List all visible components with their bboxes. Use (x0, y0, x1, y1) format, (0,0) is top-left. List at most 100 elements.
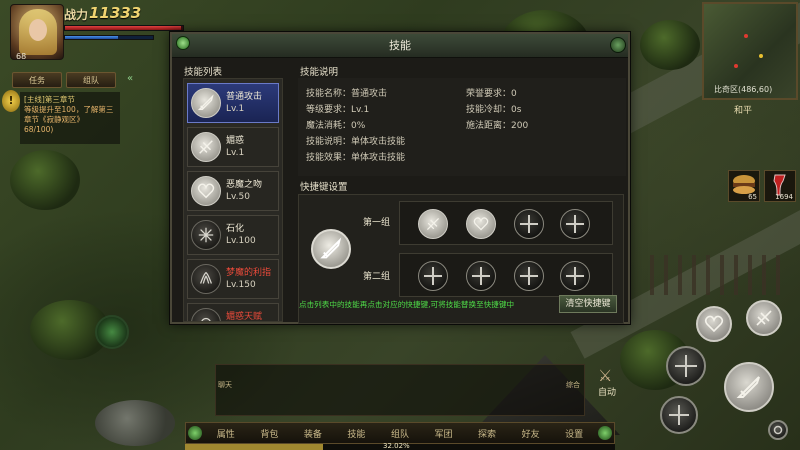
skill-name: 媚惑天赋 (226, 312, 263, 322)
tab-quest[interactable]: 任务 (12, 72, 62, 88)
skill-level: Lv.100 (226, 236, 256, 246)
tree (640, 20, 700, 70)
plus-icon (424, 267, 443, 286)
hotkey-slot-heart[interactable] (466, 209, 496, 239)
menu-attributes[interactable]: 属性 (217, 427, 235, 440)
clear-hotkeys-button[interactable]: 清空快捷键 (559, 295, 617, 313)
menu-equipment[interactable]: 装备 (304, 427, 322, 440)
skill-name: 媚惑 (226, 136, 245, 146)
skill-item-petrify[interactable]: 石化 Lv.100 (187, 215, 279, 255)
skill-item-normal-attack[interactable]: 普通攻击 Lv.1 (187, 83, 279, 123)
sword-icon (736, 376, 760, 398)
menu-skills[interactable]: 技能 (347, 427, 365, 440)
skill-item-demon-kiss[interactable]: 恶魔之吻 Lv.50 (187, 171, 279, 211)
menu-team[interactable]: 组队 (391, 427, 409, 440)
quest-title: [主线]第三章节 (24, 95, 75, 104)
skill-slot-empty[interactable] (666, 346, 706, 386)
plus-icon (472, 267, 491, 286)
hotkey-slot-empty[interactable] (466, 261, 496, 291)
plus-icon (675, 355, 697, 377)
menu-legion[interactable]: 军团 (435, 427, 453, 440)
quest-tracker[interactable]: [主线]第三章节 等级提升至100，了解第三章节《寂静观区》 68/100) (20, 92, 120, 144)
hotkey-slot-empty[interactable] (560, 261, 590, 291)
bar-gem-icon (598, 426, 612, 440)
info-cooldown: 技能冷却：0s (466, 105, 522, 115)
charm-icon (756, 310, 772, 326)
skill-level: Lv.1 (226, 104, 245, 114)
skill-name: 石化 (226, 224, 245, 234)
tab-team[interactable]: 组队 (66, 72, 116, 88)
skill-level: Lv.150 (226, 280, 256, 290)
hotkey-slot-empty[interactable] (514, 209, 544, 239)
skill-slot-heart[interactable] (696, 306, 732, 342)
player-level: 68 (16, 52, 27, 61)
mp-bar (64, 35, 154, 40)
skill-list[interactable]: 普通攻击 Lv.1 媚惑 Lv.1 恶魔之吻 Lv.50 石化 Lv.100 梦… (183, 78, 283, 322)
collapse-icon[interactable]: « (127, 73, 133, 84)
dialog-header: 技能 (172, 34, 628, 58)
menu-settings[interactable]: 设置 (565, 427, 583, 440)
quest-marker-icon[interactable]: ! (2, 90, 20, 112)
exp-bar-fill (185, 444, 323, 450)
attack-button[interactable] (724, 362, 774, 412)
virtual-joystick[interactable] (95, 315, 129, 349)
item-slot-potion[interactable]: 1694 (764, 170, 796, 202)
power-value: 11333 (89, 4, 142, 22)
chat-tab-chat[interactable]: 聊天 (218, 380, 232, 390)
plus-icon (566, 215, 585, 234)
quest-desc: 等级提升至100，了解第三章节《寂静观区》 (24, 105, 114, 124)
chat-box[interactable] (215, 364, 585, 416)
heart-icon (473, 217, 489, 231)
avatar-face (29, 19, 47, 41)
menu-bag[interactable]: 背包 (260, 427, 278, 440)
info-mana-cost: 魔法消耗：0% (306, 121, 366, 131)
auto-battle-button[interactable]: 自动 (598, 385, 616, 398)
item-slot-burger[interactable]: 65 (728, 170, 760, 202)
plus-icon (668, 404, 690, 426)
header-gem-icon (176, 36, 190, 50)
settings-button[interactable] (768, 420, 788, 440)
group1-label: 第一组 (363, 218, 391, 228)
menu-explore[interactable]: 探索 (478, 427, 496, 440)
minimap-marker (744, 34, 748, 38)
skill-info-panel: 技能名称：普通攻击 等级要求：Lv.1 魔法消耗：0% 技能说明：单体攻击技能 … (298, 78, 626, 176)
talent-icon (191, 308, 221, 321)
plus-icon (566, 267, 585, 286)
skill-level: Lv.50 (226, 192, 250, 202)
hotkey-slot-empty[interactable] (560, 209, 590, 239)
hotkey-hint: 点击列表中的技能再点击对应的快捷键,可将技能替换至快捷键中 (299, 300, 515, 309)
power-label: 战力 (64, 8, 89, 22)
skill-name: 恶魔之吻 (226, 180, 263, 190)
sword-icon (191, 88, 221, 118)
hotkey-slot-empty[interactable] (418, 261, 448, 291)
exp-percent: 32.02% (383, 442, 410, 450)
selected-skill-sword-icon[interactable] (311, 229, 351, 269)
skill-level: Lv.1 (226, 148, 245, 158)
skill-slot-charm[interactable] (746, 300, 782, 336)
minimap[interactable]: 比奇区(486,60) (702, 2, 798, 100)
menu-friends[interactable]: 好友 (522, 427, 540, 440)
hotkey-slot-empty[interactable] (514, 261, 544, 291)
tree (10, 150, 80, 210)
skill-name: 梦魔的利指 (226, 268, 272, 278)
skill-item-charm[interactable]: 媚惑 Lv.1 (187, 127, 279, 167)
claw-icon (191, 264, 221, 294)
close-button[interactable] (610, 37, 626, 53)
group2-label: 第二组 (363, 272, 391, 282)
skill-item-nightmare-claw[interactable]: 梦魔的利指 Lv.150 (187, 259, 279, 299)
rock (95, 400, 175, 446)
quest-tabs: 任务 组队 (12, 72, 116, 88)
skill-name: 普通攻击 (226, 92, 263, 102)
hp-bar (64, 25, 184, 31)
info-honor-req: 荣誉要求：0 (466, 89, 517, 99)
crossed-swords-icon[interactable]: ⚔ (598, 366, 612, 385)
hotkey-slot-charm[interactable] (418, 209, 448, 239)
chat-tab-all[interactable]: 综合 (566, 380, 580, 390)
peace-mode-toggle[interactable]: 和平 (734, 103, 752, 116)
heart-icon (191, 176, 221, 206)
info-level-req: 等级要求：Lv.1 (306, 105, 370, 115)
info-skill-name: 技能名称：普通攻击 (306, 89, 388, 99)
skill-item-charm-talent[interactable]: 媚惑天赋 (187, 303, 279, 322)
hotkey-panel: 第一组 第二组 点击列表中的技能再点击对应的快捷键,可将技能替换至快捷键中 清空… (298, 194, 624, 324)
skill-slot-empty[interactable] (660, 396, 698, 434)
